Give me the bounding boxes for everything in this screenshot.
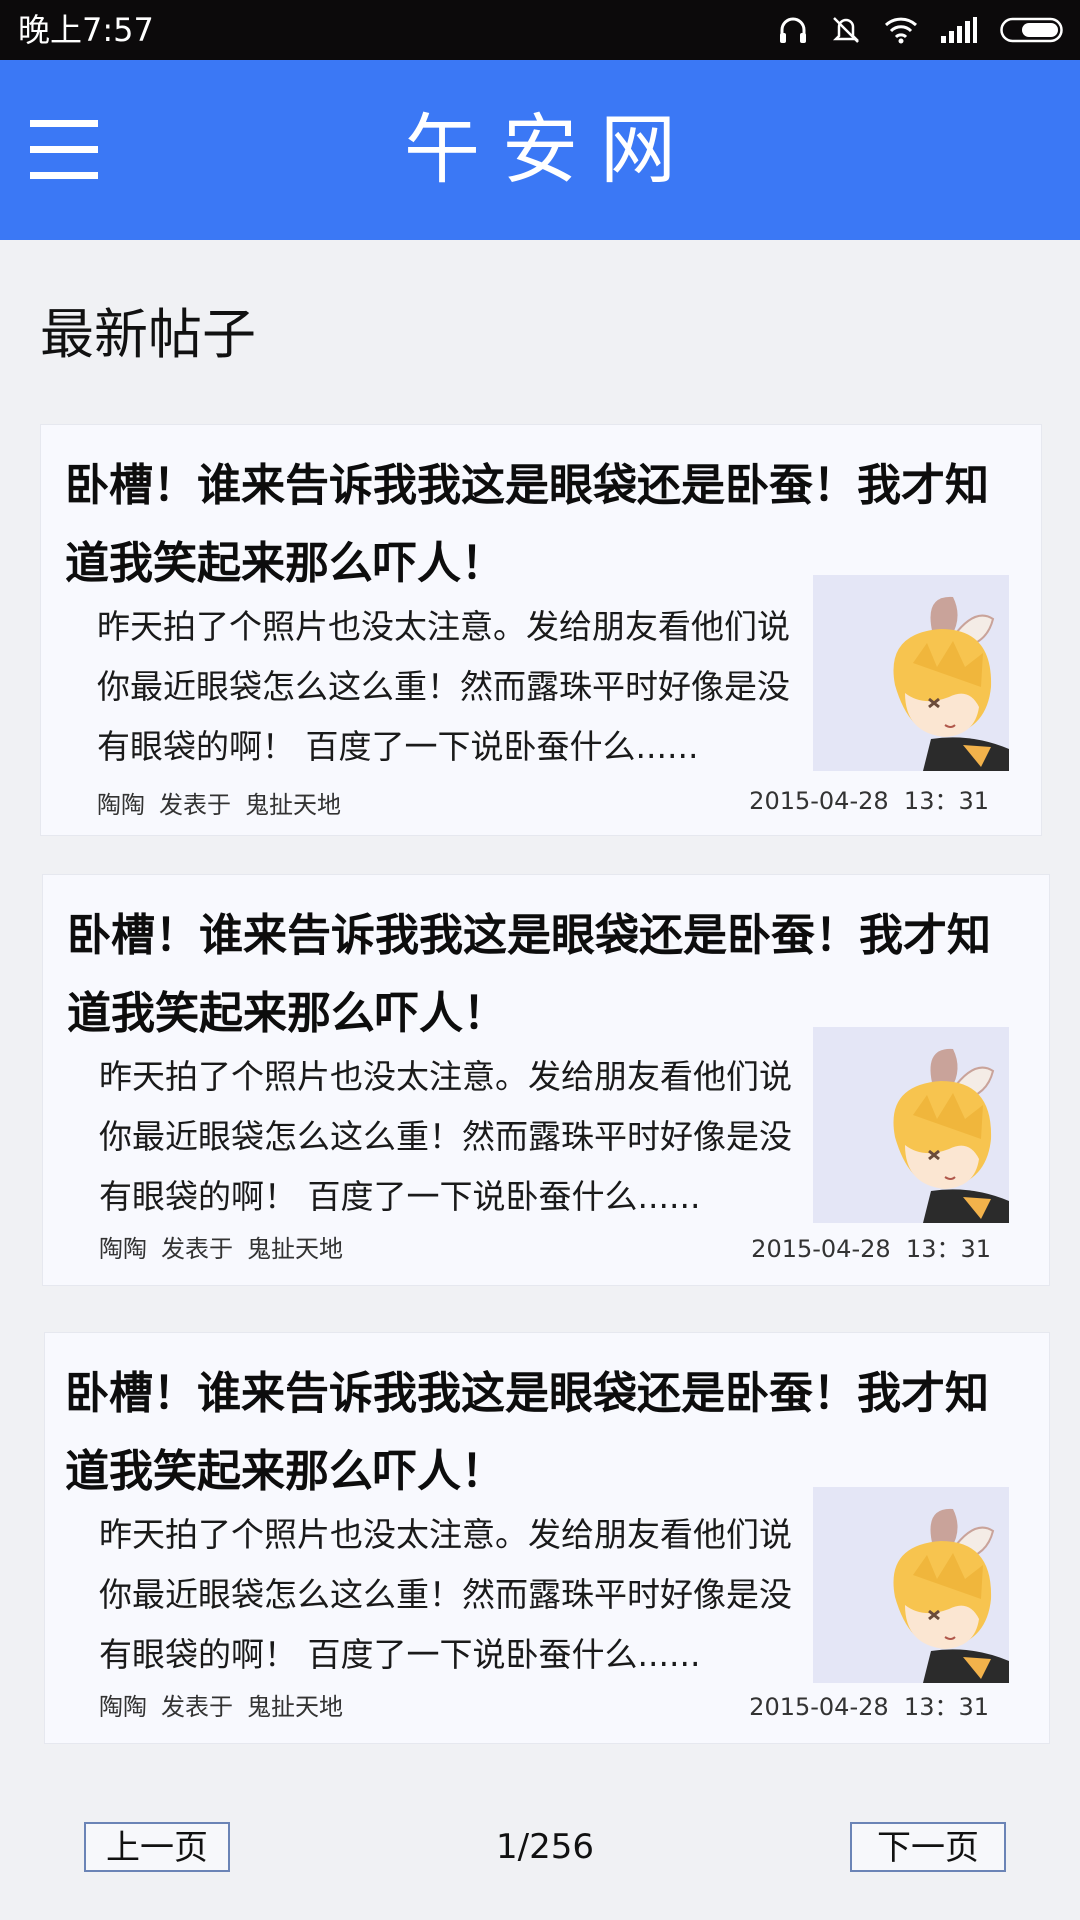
wifi-icon [884, 16, 918, 44]
section-title: 最新帖子 [40, 303, 256, 366]
post-author[interactable]: 陶陶 [97, 791, 145, 819]
post-excerpt: 昨天拍了个照片也没太注意。发给朋友看他们说你最近眼袋怎么这么重！然而露珠平时好像… [99, 1057, 792, 1216]
status-bar: 晚上7:57 [0, 0, 1080, 60]
app-bar: 午安网 [0, 60, 1080, 240]
post-thumbnail[interactable] [813, 575, 1009, 771]
app-title: 午安网 [404, 105, 698, 194]
posted-in-label: 发表于 [159, 791, 231, 819]
post-thumbnail[interactable] [813, 1027, 1009, 1223]
status-time: 晚上7:57 [18, 11, 154, 49]
post-board[interactable]: 鬼扯天地 [245, 791, 341, 819]
post-thumbnail[interactable] [813, 1487, 1009, 1683]
posted-in-label: 发表于 [161, 1693, 233, 1721]
post-time: 13：31 [903, 1693, 989, 1721]
page-indicator: 1/256 [496, 1827, 594, 1867]
prev-page-button[interactable]: 上一页 [84, 1822, 230, 1872]
post-meta: 陶陶 发表于 鬼扯天地 [99, 1229, 357, 1269]
post-card[interactable]: 卧槽！谁来告诉我我这是眼袋还是卧蚕！我才知道我笑起来那么吓人！ 昨天拍了个照片也… [40, 424, 1042, 836]
post-datetime: 2015-04-28 13：31 [749, 781, 989, 821]
next-page-button[interactable]: 下一页 [850, 1822, 1006, 1872]
status-icons [778, 8, 1066, 52]
post-excerpt: 昨天拍了个照片也没太注意。发给朋友看他们说你最近眼袋怎么这么重！然而露珠平时好像… [97, 607, 790, 766]
signal-icon [940, 16, 978, 44]
anime-avatar-icon [813, 1487, 1009, 1683]
post-date: 2015-04-28 [749, 1693, 889, 1721]
post-datetime: 2015-04-28 13：31 [751, 1229, 991, 1269]
post-meta: 陶陶 发表于 鬼扯天地 [99, 1687, 357, 1727]
post-board[interactable]: 鬼扯天地 [247, 1235, 343, 1263]
post-date: 2015-04-28 [749, 787, 889, 815]
post-meta: 陶陶 发表于 鬼扯天地 [97, 785, 355, 825]
battery-icon [1000, 16, 1066, 44]
post-time: 13：31 [905, 1235, 991, 1263]
mute-icon [830, 14, 862, 46]
post-card[interactable]: 卧槽！谁来告诉我我这是眼袋还是卧蚕！我才知道我笑起来那么吓人！ 昨天拍了个照片也… [42, 874, 1050, 1286]
post-author[interactable]: 陶陶 [99, 1693, 147, 1721]
posted-in-label: 发表于 [161, 1235, 233, 1263]
post-author[interactable]: 陶陶 [99, 1235, 147, 1263]
post-datetime: 2015-04-28 13：31 [749, 1687, 989, 1727]
post-card[interactable]: 卧槽！谁来告诉我我这是眼袋还是卧蚕！我才知道我笑起来那么吓人！ 昨天拍了个照片也… [44, 1332, 1050, 1744]
post-excerpt: 昨天拍了个照片也没太注意。发给朋友看他们说你最近眼袋怎么这么重！然而露珠平时好像… [99, 1515, 792, 1674]
post-board[interactable]: 鬼扯天地 [247, 1693, 343, 1721]
anime-avatar-icon [813, 575, 1009, 771]
post-time: 13：31 [903, 787, 989, 815]
headphones-icon [778, 15, 808, 45]
anime-avatar-icon [813, 1027, 1009, 1223]
post-date: 2015-04-28 [751, 1235, 891, 1263]
